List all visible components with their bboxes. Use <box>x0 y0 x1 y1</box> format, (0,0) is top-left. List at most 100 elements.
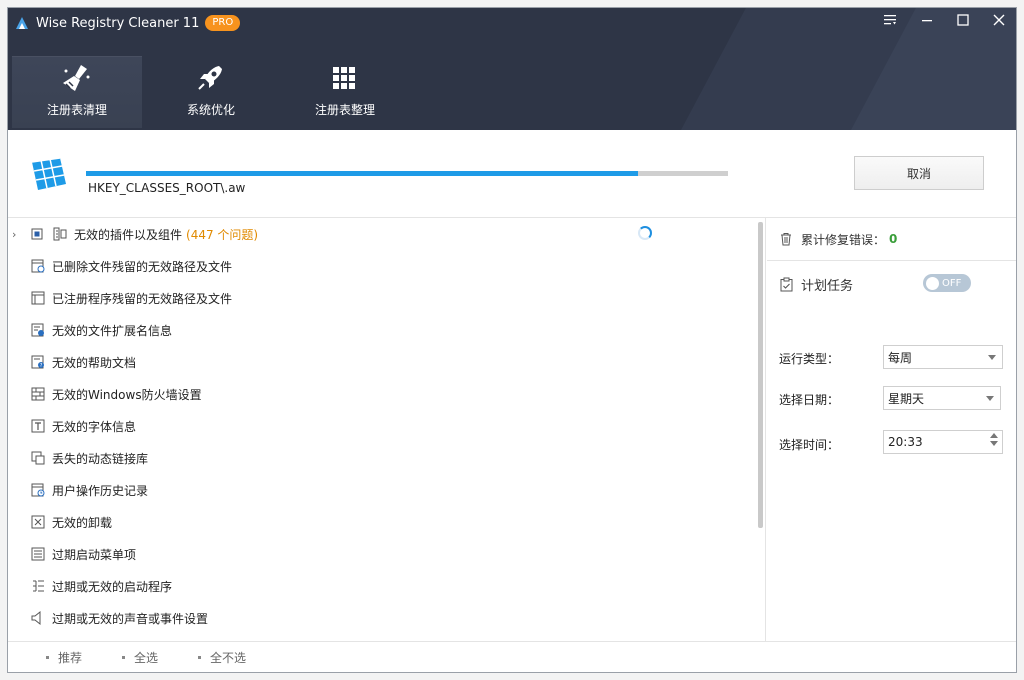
maximize-button[interactable] <box>948 8 978 32</box>
list-scrollbar[interactable] <box>758 222 763 528</box>
list-item[interactable]: 丢失的动态链接库 <box>8 442 748 474</box>
broom-icon <box>63 65 90 91</box>
list-item[interactable]: 过期启动菜单项 <box>8 538 748 570</box>
chevron-right-icon[interactable]: › <box>12 228 22 241</box>
menu-button[interactable] <box>876 8 906 32</box>
run-type-label: 运行类型： <box>779 352 840 366</box>
item-label: 无效的文件扩展名信息 <box>52 323 173 338</box>
sound-icon <box>31 610 41 626</box>
item-label: 过期或无效的启动程序 <box>52 579 173 594</box>
time-input[interactable]: 20:33 <box>883 430 1003 454</box>
list-item[interactable]: 过期或无效的启动程序 <box>8 570 748 602</box>
fixed-errors-label: 累计修复错误： <box>801 232 886 247</box>
pro-badge: PRO <box>205 15 241 31</box>
date-value: 星期天 <box>888 391 925 406</box>
list-item[interactable]: 无效的卸载 <box>8 506 748 538</box>
time-label: 选择时间： <box>779 438 840 452</box>
item-label: 过期或无效的声音或事件设置 <box>52 611 209 626</box>
stepper-up-icon[interactable] <box>990 433 998 438</box>
run-type-select[interactable]: 每周 <box>883 345 1003 369</box>
list-item[interactable]: 无效的字体信息 <box>8 410 748 442</box>
file-path-icon <box>31 259 45 273</box>
app-window: Wise Registry Cleaner 11 PRO 注册表清理 系统优化 … <box>8 8 1016 672</box>
footer-bar: 推荐 全选 全不选 <box>8 641 1016 672</box>
minimize-button[interactable] <box>912 8 942 32</box>
time-stepper[interactable] <box>990 433 998 446</box>
stepper-down-icon[interactable] <box>990 441 998 446</box>
close-icon <box>993 14 1005 26</box>
schedule-row: 计划任务 <box>779 275 853 294</box>
bullet-icon <box>198 655 202 659</box>
bullet-icon <box>46 655 49 659</box>
startup-program-icon <box>33 580 44 592</box>
firewall-icon <box>31 387 45 401</box>
item-label: 用户操作历史记录 <box>52 483 149 498</box>
list-item[interactable]: 无效的文件扩展名信息 <box>8 314 748 346</box>
file-extension-icon <box>31 323 44 337</box>
checkbox-partial-icon[interactable] <box>30 226 46 242</box>
tab-label: 系统优化 <box>186 103 235 117</box>
close-button[interactable] <box>984 8 1014 32</box>
header: Wise Registry Cleaner 11 PRO 注册表清理 系统优化 … <box>8 8 1016 138</box>
item-label: 丢失的动态链接库 <box>52 451 149 466</box>
app-title: Wise Registry Cleaner 11 <box>36 15 200 31</box>
registry-cube-icon <box>31 157 66 190</box>
recommend-link[interactable]: 推荐 <box>46 649 82 666</box>
trash-icon <box>781 233 791 246</box>
fixed-errors-row: 累计修复错误： 0 <box>779 230 897 248</box>
time-value: 20:33 <box>888 435 923 449</box>
list-item[interactable]: 过期或无效的声音或事件设置 <box>8 602 748 634</box>
cancel-button[interactable]: 取消 <box>854 156 984 190</box>
svg-text:?: ? <box>40 363 43 369</box>
toggle-label: OFF <box>942 277 962 289</box>
schedule-clipboard-icon <box>780 277 793 291</box>
tab-registry-defrag[interactable]: 注册表整理 <box>280 56 410 128</box>
item-label: 过期启动菜单项 <box>52 547 137 562</box>
schedule-toggle[interactable]: OFF <box>923 274 971 292</box>
item-label: 无效的Windows防火墙设置 <box>52 387 202 402</box>
scan-status-bar: HKEY_CLASSES_ROOT\.aw 取消 <box>8 130 1016 218</box>
issue-count: (447 个问题) <box>186 227 259 242</box>
tab-registry-clean[interactable]: 注册表清理 <box>12 56 142 128</box>
menu-icon <box>884 15 896 25</box>
fixed-errors-count: 0 <box>889 232 898 246</box>
maximize-icon <box>957 14 969 26</box>
chevron-down-icon <box>986 396 994 401</box>
item-label: 已注册程序残留的无效路径及文件 <box>52 291 233 306</box>
window-controls <box>876 8 1014 32</box>
history-icon <box>31 483 45 497</box>
date-select[interactable]: 星期天 <box>883 386 1001 410</box>
list-item[interactable]: 已删除文件残留的无效路径及文件 <box>8 250 748 282</box>
chevron-down-icon <box>988 355 996 360</box>
list-item[interactable]: › 无效的插件以及组件 (447 个问题) <box>8 218 748 250</box>
program-path-icon <box>31 291 45 305</box>
scan-category-list: › 无效的插件以及组件 (447 个问题) 已删除文件残留的无效路径及文件 已注… <box>8 218 766 641</box>
bullet-icon <box>122 655 126 659</box>
toggle-knob <box>926 276 939 290</box>
list-item[interactable]: 用户操作历史记录 <box>8 474 748 506</box>
select-none-label: 全不选 <box>210 650 247 665</box>
list-item[interactable]: ? 无效的帮助文档 <box>8 346 748 378</box>
list-item[interactable]: 已注册程序残留的无效路径及文件 <box>8 282 748 314</box>
item-label: 无效的卸载 <box>52 515 113 530</box>
list-item[interactable]: 无效的Windows防火墙设置 <box>8 378 748 410</box>
scan-progress-fill <box>86 171 639 176</box>
item-label: 无效的帮助文档 <box>52 355 137 370</box>
scan-progress-bar <box>86 171 728 176</box>
font-icon <box>31 419 45 433</box>
select-none-link[interactable]: 全不选 <box>198 649 246 666</box>
start-menu-icon <box>31 547 45 561</box>
plugin-icon <box>53 227 67 241</box>
minimize-icon <box>922 20 932 22</box>
app-title-bar: Wise Registry Cleaner 11 PRO <box>14 12 241 34</box>
loading-spinner-icon <box>638 226 652 240</box>
side-panel: 累计修复错误： 0 计划任务 OFF 运行类型： 每周 选择日期： 星期天 选择… <box>767 218 1016 641</box>
tab-system-optimize[interactable]: 系统优化 <box>146 56 276 128</box>
dll-link-icon <box>31 451 45 465</box>
uninstall-icon <box>31 515 45 529</box>
tab-label: 注册表清理 <box>46 103 107 117</box>
rocket-icon <box>198 66 222 90</box>
tab-label: 注册表整理 <box>314 103 375 117</box>
recommend-label: 推荐 <box>58 650 83 665</box>
select-all-link[interactable]: 全选 <box>122 649 158 666</box>
